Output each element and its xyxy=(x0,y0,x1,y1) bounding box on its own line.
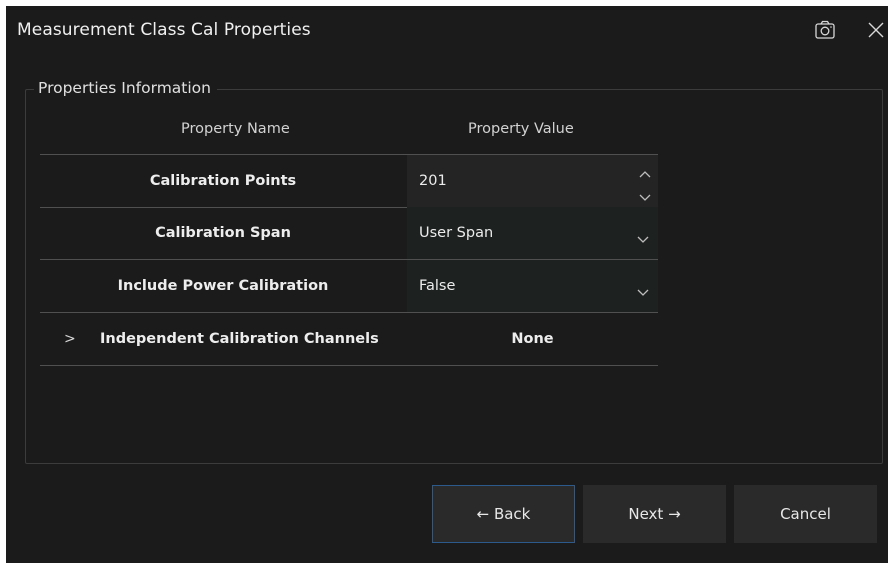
property-name: Calibration Span xyxy=(155,225,291,241)
column-header-property-name: Property Name xyxy=(181,121,290,137)
calibration-points-spinbox[interactable]: 201 xyxy=(407,155,658,207)
dropdown-value[interactable]: User Span xyxy=(419,225,493,241)
property-row-independent-calibration-channels: > Independent Calibration Channels None xyxy=(40,313,658,366)
property-row-include-power-calibration: Include Power Calibration False xyxy=(40,260,658,313)
property-name: Independent Calibration Channels xyxy=(100,331,379,347)
cancel-button[interactable]: Cancel xyxy=(734,485,877,543)
include-power-calibration-dropdown[interactable]: False xyxy=(407,260,658,312)
property-name: Include Power Calibration xyxy=(117,278,329,294)
property-name: Calibration Points xyxy=(149,173,297,189)
chevron-down-icon[interactable] xyxy=(636,229,650,243)
dialog-window: Measurement Class Cal Properties Propert… xyxy=(6,6,888,563)
window-title: Measurement Class Cal Properties xyxy=(17,20,311,40)
property-value: None xyxy=(511,331,554,347)
back-button[interactable]: ← Back xyxy=(432,485,575,543)
next-button[interactable]: Next → xyxy=(583,485,726,543)
chevron-up-icon[interactable] xyxy=(638,165,652,178)
property-row-calibration-span: Calibration Span User Span xyxy=(40,207,658,260)
close-icon[interactable] xyxy=(866,20,886,40)
property-row-calibration-points: Calibration Points 201 xyxy=(40,154,658,208)
calibration-span-dropdown[interactable]: User Span xyxy=(407,207,658,259)
title-bar: Measurement Class Cal Properties xyxy=(6,6,888,58)
group-title: Properties Information xyxy=(34,79,217,97)
column-header-property-value: Property Value xyxy=(468,121,574,137)
chevron-down-icon[interactable] xyxy=(636,282,650,296)
expand-arrow-icon[interactable]: > xyxy=(64,331,76,347)
chevron-down-icon[interactable] xyxy=(638,187,652,201)
camera-icon[interactable] xyxy=(814,20,836,40)
dropdown-value[interactable]: False xyxy=(419,278,455,294)
spinbox-value[interactable]: 201 xyxy=(419,173,447,189)
